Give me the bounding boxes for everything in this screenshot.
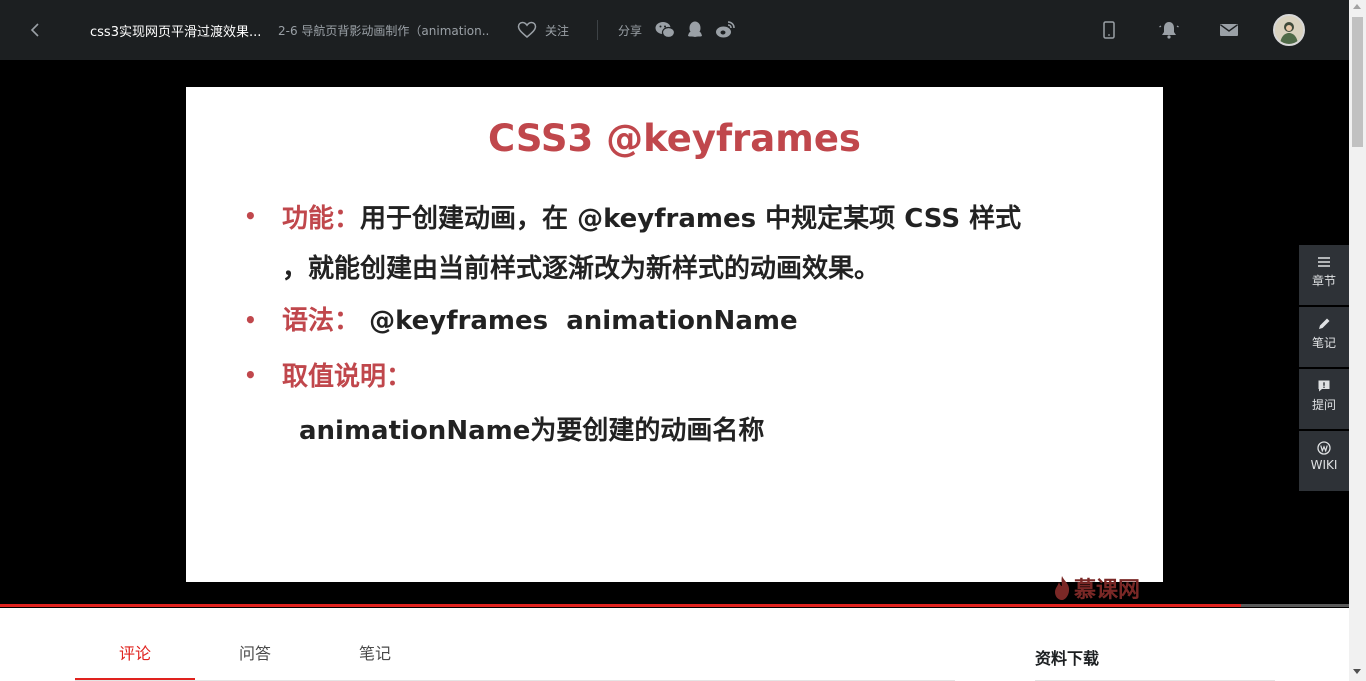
wechat-icon[interactable] [654,19,676,41]
pencil-icon [1319,318,1330,329]
slide-item-values-label-text: 取值说明： [282,362,413,392]
heart-icon [517,21,537,38]
menu-icon [1318,257,1330,267]
slide-item-values-label: 取值说明： [282,356,412,393]
lecture-slide: CSS3 @keyframes • 功能：用于创建动画，在 @keyframes… [186,87,1163,582]
downloads-title: 资料下载 [1035,649,1100,668]
side-tool-questions-label: 提问 [1311,398,1336,412]
scroll-up-arrow-icon[interactable] [1353,4,1361,9]
bullet-3: • [244,363,257,387]
slide-item-values-text: animationName为要创建的动画名称 [299,416,765,446]
watermark-logo: 慕课网 [1052,572,1140,604]
follow-label: 关注 [545,23,570,38]
follow-button[interactable]: 关注 [517,19,569,41]
playback-progress-fill [0,604,1242,607]
playback-progress-bar[interactable] [0,604,1349,607]
weibo-icon[interactable] [714,19,736,41]
mobile-icon[interactable] [1098,19,1120,41]
question-bubble-icon [1318,380,1330,392]
course-title[interactable]: css3实现网页平滑过渡效果... [90,21,261,40]
tab-qa[interactable]: 问答 [195,640,315,664]
tab-notes[interactable]: 笔记 [315,640,435,664]
avatar[interactable] [1273,14,1305,46]
content-tabs: 评论 问答 笔记 [75,608,955,681]
slide-item-function-cont: ，就能创建由当前样式逐渐改为新样式的动画效果。 [282,254,881,284]
scroll-thumb[interactable] [1352,17,1363,147]
tab-comments[interactable]: 评论 [75,640,195,664]
flame-icon [1055,576,1070,600]
slide-title: CSS3 @keyframes [488,117,861,160]
wiki-icon [1317,441,1331,455]
side-tool-questions[interactable]: 提问 [1299,369,1349,429]
side-tool-notes[interactable]: 笔记 [1299,307,1349,367]
header-divider [597,20,598,40]
side-tool-wiki[interactable]: WIKI [1299,431,1349,491]
side-tool-chapters[interactable]: 章节 [1299,245,1349,305]
side-tool-wiki-label: WIKI [1310,458,1338,472]
share-label: 分享 [618,24,643,38]
qq-icon[interactable] [684,19,706,41]
bullet-1: • [244,204,257,228]
side-tool-chapters-label: 章节 [1311,274,1336,288]
slide-item-syntax-label: 语法： [282,306,361,336]
slide-item-syntax: 语法： @keyframes animationName [282,300,798,337]
page-scrollbar[interactable] [1349,0,1366,681]
bullet-2: • [244,308,257,332]
slide-item-function-label: 功能： [282,204,361,234]
notification-bell-icon[interactable] [1158,19,1180,41]
side-tool-notes-label: 笔记 [1311,336,1336,350]
slide-item-function: 功能：用于创建动画，在 @keyframes 中规定某项 CSS 样式 [282,198,1021,235]
mail-icon[interactable] [1218,19,1240,41]
top-bar: css3实现网页平滑过渡效果... 2-6 导航页背影动画制作（animatio… [0,0,1349,60]
scroll-down-arrow-icon[interactable] [1353,669,1361,674]
lesson-title: 2-6 导航页背影动画制作（animation... [278,24,490,38]
slide-item-function-text: 用于创建动画，在 @keyframes 中规定某项 CSS 样式 [360,204,1022,234]
back-arrow-icon[interactable] [24,18,48,42]
watermark-text: 慕课网 [1074,578,1141,603]
slide-item-syntax-text: @keyframes animationName [369,306,798,336]
video-player[interactable]: CSS3 @keyframes • 功能：用于创建动画，在 @keyframes… [0,60,1349,608]
